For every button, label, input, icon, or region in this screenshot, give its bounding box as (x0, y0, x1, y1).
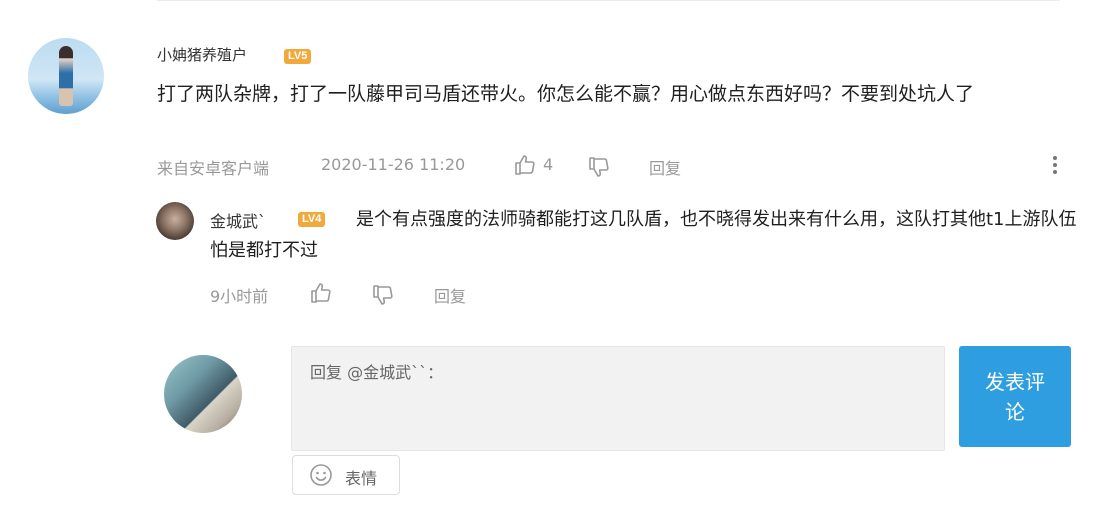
comment-text: 打了两队杂牌，打了一队藤甲司马盾还带火。你怎么能不赢？用心做点东西好吗？不要到处… (157, 83, 975, 105)
emoji-label: 表情 (345, 469, 378, 488)
comment-timestamp: 2020-11-26 11:20 (321, 155, 466, 174)
comment-source: 来自安卓客户端 (157, 159, 270, 178)
current-user-avatar (164, 355, 242, 433)
avatar-figure (59, 46, 73, 106)
thumbs-up-icon[interactable] (513, 153, 537, 177)
comment-username[interactable]: 小姌猪养殖户 (157, 44, 247, 65)
like-count: 4 (543, 155, 554, 174)
more-options-icon[interactable] (1049, 153, 1061, 181)
reply-text: 是个有点强度的法师骑都能打这几队盾，也不晓得发出来有什么用，这队打其他t1上游队… (210, 209, 1077, 261)
emoji-button[interactable]: 表情 (292, 455, 400, 495)
reply-time: 9小时前 (210, 287, 269, 306)
thumbs-down-icon[interactable] (371, 283, 395, 307)
avatar[interactable] (28, 38, 104, 114)
submit-comment-button[interactable]: 发表评论 (959, 346, 1071, 447)
level-badge: LV5 (284, 49, 312, 64)
thumbs-down-icon[interactable] (587, 155, 611, 179)
reply-avatar[interactable] (156, 202, 194, 240)
reply-reply-button[interactable]: 回复 (434, 283, 466, 307)
reply-input[interactable]: 回复 @金城武``： (291, 346, 945, 451)
top-divider (157, 0, 1060, 1)
smiley-icon (310, 464, 332, 486)
submit-comment-label: 发表评论 (985, 369, 1045, 424)
reply-button[interactable]: 回复 (649, 155, 681, 179)
reply-input-placeholder: 回复 @金城武``： (310, 363, 444, 382)
thumbs-up-icon[interactable] (309, 281, 333, 305)
